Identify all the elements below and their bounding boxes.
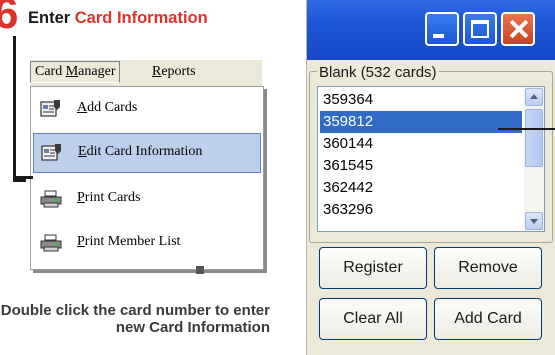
menu-item-label: Print Member List: [77, 234, 180, 250]
connector-line: [13, 36, 26, 182]
list-item[interactable]: 359364: [320, 89, 522, 111]
close-button[interactable]: [501, 12, 535, 46]
list-item[interactable]: 363296: [320, 199, 522, 221]
menu-item-hotkey: P: [77, 190, 85, 205]
menu-item-rest: dd Cards: [87, 100, 138, 115]
menu-item-print-member-list[interactable]: Print Member List: [31, 223, 263, 263]
pointer-line: [498, 128, 555, 130]
menu-item-rest: rint Cards: [84, 190, 141, 205]
register-button[interactable]: Register: [319, 247, 427, 289]
menu-item-hotkey: P: [77, 234, 85, 249]
properties-icon: [41, 143, 63, 163]
step-title-highlight: Card Information: [74, 9, 208, 27]
chevron-up-icon: [530, 94, 538, 99]
menu-reports[interactable]: Reports: [148, 62, 200, 82]
window-stub: [196, 266, 204, 274]
group-label: Blank (532 cards): [317, 64, 439, 81]
menu-reports-rest: eports: [161, 64, 196, 79]
list-item-selected[interactable]: 359812: [320, 111, 522, 133]
step-header: 6 Enter Card Information: [0, 0, 280, 40]
card-window: Blank (532 cards) 359364 359812 360144 3…: [306, 0, 555, 355]
card-number-list[interactable]: 359364 359812 360144 361545 362442 36329…: [317, 86, 545, 232]
card-manager-dropdown: Add Cards Edit Card Information Print Ca…: [30, 86, 264, 270]
menu-item-label: Print Cards: [77, 190, 140, 206]
menubar: Card Manager Reports: [30, 60, 262, 87]
list-scrollbar[interactable]: [524, 87, 544, 231]
menu-item-add-cards[interactable]: Add Cards: [31, 89, 263, 129]
menu-item-hotkey: E: [78, 144, 87, 159]
clear-all-button[interactable]: Clear All: [319, 298, 427, 340]
menu-item-label: Edit Card Information: [78, 144, 202, 160]
window-titlebar[interactable]: [307, 0, 555, 60]
printer-icon: [40, 189, 62, 209]
remove-button[interactable]: Remove: [434, 247, 542, 289]
maximize-button[interactable]: [463, 12, 497, 46]
maximize-icon: [471, 20, 489, 38]
menu-card-manager-prefix: Card: [35, 64, 66, 79]
chevron-down-icon: [530, 219, 538, 224]
printer-icon: [40, 233, 62, 253]
connector-line-tail: [13, 176, 33, 179]
menu-item-label: Add Cards: [77, 100, 137, 116]
properties-icon: [40, 99, 62, 119]
menu-item-rest: dit Card Information: [86, 144, 203, 159]
menu-item-edit-card-information[interactable]: Edit Card Information: [33, 133, 261, 173]
menu-card-manager[interactable]: Card Manager: [30, 61, 121, 83]
add-card-button[interactable]: Add Card: [434, 298, 542, 340]
menu-card-manager-hotkey: M: [65, 64, 79, 79]
instruction-caption: Double click the card number to enter ne…: [0, 302, 270, 336]
scroll-thumb[interactable]: [525, 109, 543, 167]
scroll-up-button[interactable]: [525, 88, 543, 106]
step-title: Enter Card Information: [28, 9, 208, 28]
list-item[interactable]: 360144: [320, 133, 522, 155]
list-item[interactable]: 362442: [320, 177, 522, 199]
menu-item-print-cards[interactable]: Print Cards: [31, 179, 263, 219]
menu-item-rest: rint Member List: [84, 234, 181, 249]
minimize-icon: [433, 34, 444, 38]
scroll-down-button[interactable]: [525, 212, 543, 230]
step-number: 6: [0, 0, 19, 38]
step-title-prefix: Enter: [28, 9, 75, 27]
menu-item-hotkey: A: [77, 100, 88, 115]
list-item[interactable]: 361545: [320, 155, 522, 177]
minimize-button[interactable]: [425, 12, 459, 46]
menu-card-manager-rest: anager: [78, 64, 116, 79]
menu-reports-hotkey: R: [152, 64, 162, 79]
